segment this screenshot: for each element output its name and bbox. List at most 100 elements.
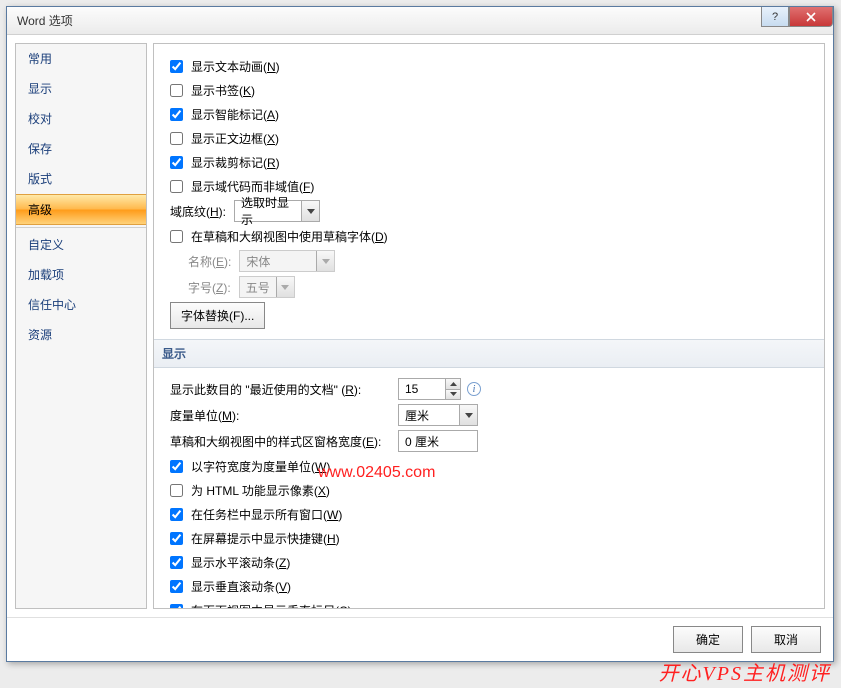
- dialog-footer: 确定 取消: [7, 617, 833, 661]
- row-font-substitution: 字体替换(F)...: [170, 302, 814, 329]
- option-screentips: 在屏幕提示中显示快捷键(H): [170, 528, 814, 548]
- dropdown-font-size-value: 五号: [246, 279, 270, 296]
- checkbox-char-width[interactable]: [170, 460, 183, 473]
- window-title: Word 选项: [17, 12, 73, 29]
- dialog-body: 常用 显示 校对 保存 版式 高级 自定义 加载项 信任中心 资源 显示文本动画…: [7, 35, 833, 617]
- label-screentips: 在屏幕提示中显示快捷键(H): [191, 530, 340, 547]
- checkbox-smart-tags[interactable]: [170, 108, 183, 121]
- close-icon: [806, 12, 816, 22]
- close-button[interactable]: [789, 7, 833, 27]
- option-smart-tags: 显示智能标记(A): [170, 104, 814, 124]
- checkbox-taskbar-windows[interactable]: [170, 508, 183, 521]
- option-v-ruler: 在页面视图中显示垂直标尺(C): [170, 600, 814, 609]
- option-font-name: 名称(E): 宋体: [188, 250, 814, 272]
- content-panel: 显示文本动画(N) 显示书签(K) 显示智能标记(A) 显示正文边框(X) 显示…: [153, 43, 825, 609]
- checkbox-bookmarks[interactable]: [170, 84, 183, 97]
- option-bookmarks: 显示书签(K): [170, 80, 814, 100]
- option-v-scroll: 显示垂直滚动条(V): [170, 576, 814, 596]
- sidebar-item-save[interactable]: 保存: [16, 134, 146, 164]
- dropdown-field-shading-value: 选取时显示: [241, 194, 299, 228]
- label-v-ruler: 在页面视图中显示垂直标尺(C): [191, 602, 352, 610]
- label-text-animation: 显示文本动画(N): [191, 58, 280, 75]
- label-draft-font: 在草稿和大纲视图中使用草稿字体(D): [191, 228, 388, 245]
- chevron-down-icon: [301, 201, 319, 221]
- input-recent-docs[interactable]: [399, 379, 445, 399]
- titlebar: Word 选项 ?: [7, 7, 833, 35]
- checkbox-text-animation[interactable]: [170, 60, 183, 73]
- sidebar-divider: [16, 227, 146, 228]
- section-display: 显示: [154, 339, 825, 368]
- dropdown-font-size: 五号: [239, 276, 295, 298]
- sidebar-item-display[interactable]: 显示: [16, 74, 146, 104]
- info-icon[interactable]: i: [467, 382, 481, 396]
- cancel-button[interactable]: 取消: [751, 626, 821, 653]
- dropdown-font-name: 宋体: [239, 250, 335, 272]
- checkbox-screentips[interactable]: [170, 532, 183, 545]
- help-button[interactable]: ?: [761, 7, 789, 27]
- input-style-area[interactable]: [398, 430, 478, 452]
- checkbox-crop-marks[interactable]: [170, 156, 183, 169]
- label-smart-tags: 显示智能标记(A): [191, 106, 279, 123]
- label-field-shading: 域底纹(H):: [170, 203, 226, 220]
- sidebar-item-resources[interactable]: 资源: [16, 320, 146, 350]
- chevron-down-icon: [316, 251, 334, 271]
- checkbox-h-scroll[interactable]: [170, 556, 183, 569]
- sidebar-item-addins[interactable]: 加载项: [16, 260, 146, 290]
- checkbox-draft-font[interactable]: [170, 230, 183, 243]
- checkbox-text-boundaries[interactable]: [170, 132, 183, 145]
- window-controls: ?: [761, 7, 833, 27]
- label-measure-unit: 度量单位(M):: [170, 407, 390, 424]
- sidebar-item-customize[interactable]: 自定义: [16, 230, 146, 260]
- label-h-scroll: 显示水平滚动条(Z): [191, 554, 290, 571]
- option-field-codes: 显示域代码而非域值(F): [170, 176, 814, 196]
- sidebar-item-proofing[interactable]: 校对: [16, 104, 146, 134]
- label-char-width: 以字符宽度为度量单位(W): [191, 458, 330, 475]
- option-crop-marks: 显示裁剪标记(R): [170, 152, 814, 172]
- label-font-name: 名称(E):: [188, 253, 231, 270]
- option-field-shading: 域底纹(H): 选取时显示: [170, 200, 814, 222]
- option-recent-docs: 显示此数目的 "最近使用的文档" (R): i: [170, 378, 814, 400]
- option-taskbar-windows: 在任务栏中显示所有窗口(W): [170, 504, 814, 524]
- dropdown-font-name-value: 宋体: [246, 253, 270, 270]
- label-crop-marks: 显示裁剪标记(R): [191, 154, 280, 171]
- label-style-area: 草稿和大纲视图中的样式区窗格宽度(E):: [170, 433, 390, 450]
- checkbox-v-scroll[interactable]: [170, 580, 183, 593]
- label-v-scroll: 显示垂直滚动条(V): [191, 578, 291, 595]
- option-font-size: 字号(Z): 五号: [188, 276, 814, 298]
- sidebar-item-layout[interactable]: 版式: [16, 164, 146, 194]
- dropdown-field-shading[interactable]: 选取时显示: [234, 200, 320, 222]
- dropdown-measure-unit-value: 厘米: [405, 407, 429, 424]
- checkbox-v-ruler[interactable]: [170, 604, 183, 610]
- sidebar: 常用 显示 校对 保存 版式 高级 自定义 加载项 信任中心 资源: [15, 43, 147, 609]
- dropdown-measure-unit[interactable]: 厘米: [398, 404, 478, 426]
- ok-button[interactable]: 确定: [673, 626, 743, 653]
- spinner-down-button[interactable]: [446, 390, 460, 400]
- option-h-scroll: 显示水平滚动条(Z): [170, 552, 814, 572]
- label-field-codes: 显示域代码而非域值(F): [191, 178, 314, 195]
- sidebar-item-advanced[interactable]: 高级: [16, 194, 146, 225]
- option-draft-font: 在草稿和大纲视图中使用草稿字体(D): [170, 226, 814, 246]
- spinner-recent-docs: [398, 378, 461, 400]
- label-bookmarks: 显示书签(K): [191, 82, 255, 99]
- chevron-down-icon: [276, 277, 294, 297]
- option-style-area: 草稿和大纲视图中的样式区窗格宽度(E):: [170, 430, 814, 452]
- label-font-size: 字号(Z):: [188, 279, 231, 296]
- label-recent-docs: 显示此数目的 "最近使用的文档" (R):: [170, 381, 390, 398]
- font-substitution-button[interactable]: 字体替换(F)...: [170, 302, 265, 329]
- checkbox-field-codes[interactable]: [170, 180, 183, 193]
- spinner-buttons: [445, 379, 460, 399]
- label-html-pixels: 为 HTML 功能显示像素(X): [191, 482, 330, 499]
- word-options-dialog: Word 选项 ? 常用 显示 校对 保存 版式 高级 自定义 加载项 信任中心…: [6, 6, 834, 662]
- option-text-boundaries: 显示正文边框(X): [170, 128, 814, 148]
- checkbox-html-pixels[interactable]: [170, 484, 183, 497]
- option-measure-unit: 度量单位(M): 厘米: [170, 404, 814, 426]
- option-char-width: 以字符宽度为度量单位(W): [170, 456, 814, 476]
- chevron-down-icon: [459, 405, 477, 425]
- sidebar-item-trust[interactable]: 信任中心: [16, 290, 146, 320]
- label-text-boundaries: 显示正文边框(X): [191, 130, 279, 147]
- sidebar-item-general[interactable]: 常用: [16, 44, 146, 74]
- spinner-up-button[interactable]: [446, 379, 460, 390]
- label-taskbar-windows: 在任务栏中显示所有窗口(W): [191, 506, 342, 523]
- option-html-pixels: 为 HTML 功能显示像素(X): [170, 480, 814, 500]
- option-text-animation: 显示文本动画(N): [170, 56, 814, 76]
